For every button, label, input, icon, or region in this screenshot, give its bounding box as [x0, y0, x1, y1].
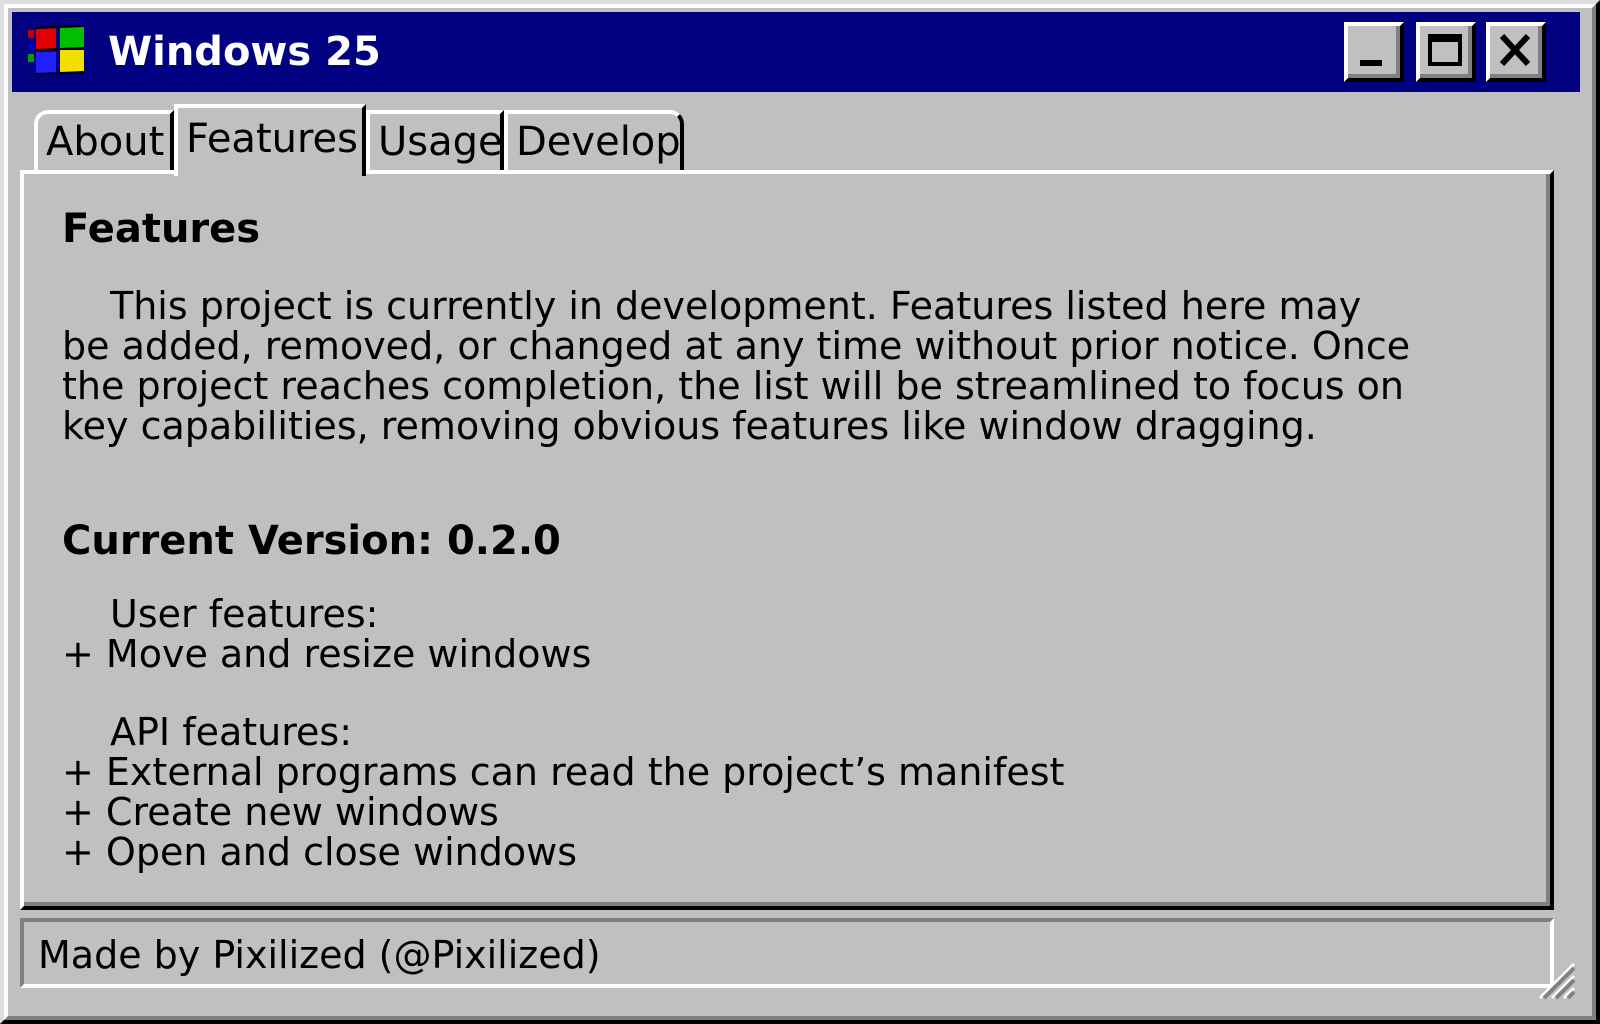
minimize-button[interactable] [1344, 22, 1404, 82]
tab-develop[interactable]: Develop [504, 110, 684, 172]
list-item: + Create new windows [62, 790, 499, 834]
tab-label: Develop [516, 119, 681, 165]
list-item: + External programs can read the project… [62, 750, 1065, 794]
maximize-icon [1428, 34, 1462, 66]
title-bar[interactable]: Windows 25 [12, 12, 1580, 92]
close-button[interactable] [1486, 22, 1546, 82]
status-bar: Made by Pixilized (@Pixilized) [20, 918, 1554, 988]
windows-logo-icon [28, 25, 85, 75]
tab-features[interactable]: Features [174, 104, 366, 176]
maximize-button[interactable] [1416, 22, 1476, 82]
tab-panel-features: Features This project is currently in de… [20, 170, 1554, 910]
tab-about[interactable]: About [34, 110, 174, 172]
close-icon [1499, 33, 1531, 67]
api-features-label: API features: [110, 710, 352, 754]
version-heading: Current Version: 0.2.0 [62, 518, 561, 564]
list-item: + Open and close windows [62, 830, 577, 874]
tab-label: Usage [378, 119, 503, 165]
user-features-label: User features: [110, 592, 379, 636]
tab-label: Features [186, 116, 358, 162]
status-text: Made by Pixilized (@Pixilized) [38, 933, 601, 977]
app-window: Windows 25 About Features Usage Develop … [0, 0, 1600, 1024]
window-title: Windows 25 [108, 29, 381, 75]
resize-grip-icon[interactable] [1534, 958, 1578, 1002]
tab-label: About [46, 119, 165, 165]
list-item: + Move and resize windows [62, 632, 592, 676]
panel-content: Features This project is currently in de… [62, 204, 1462, 872]
minimize-icon [1360, 60, 1382, 66]
intro-paragraph: This project is currently in development… [62, 284, 1411, 448]
section-heading: Features [62, 206, 261, 252]
tab-usage[interactable]: Usage [366, 110, 504, 172]
